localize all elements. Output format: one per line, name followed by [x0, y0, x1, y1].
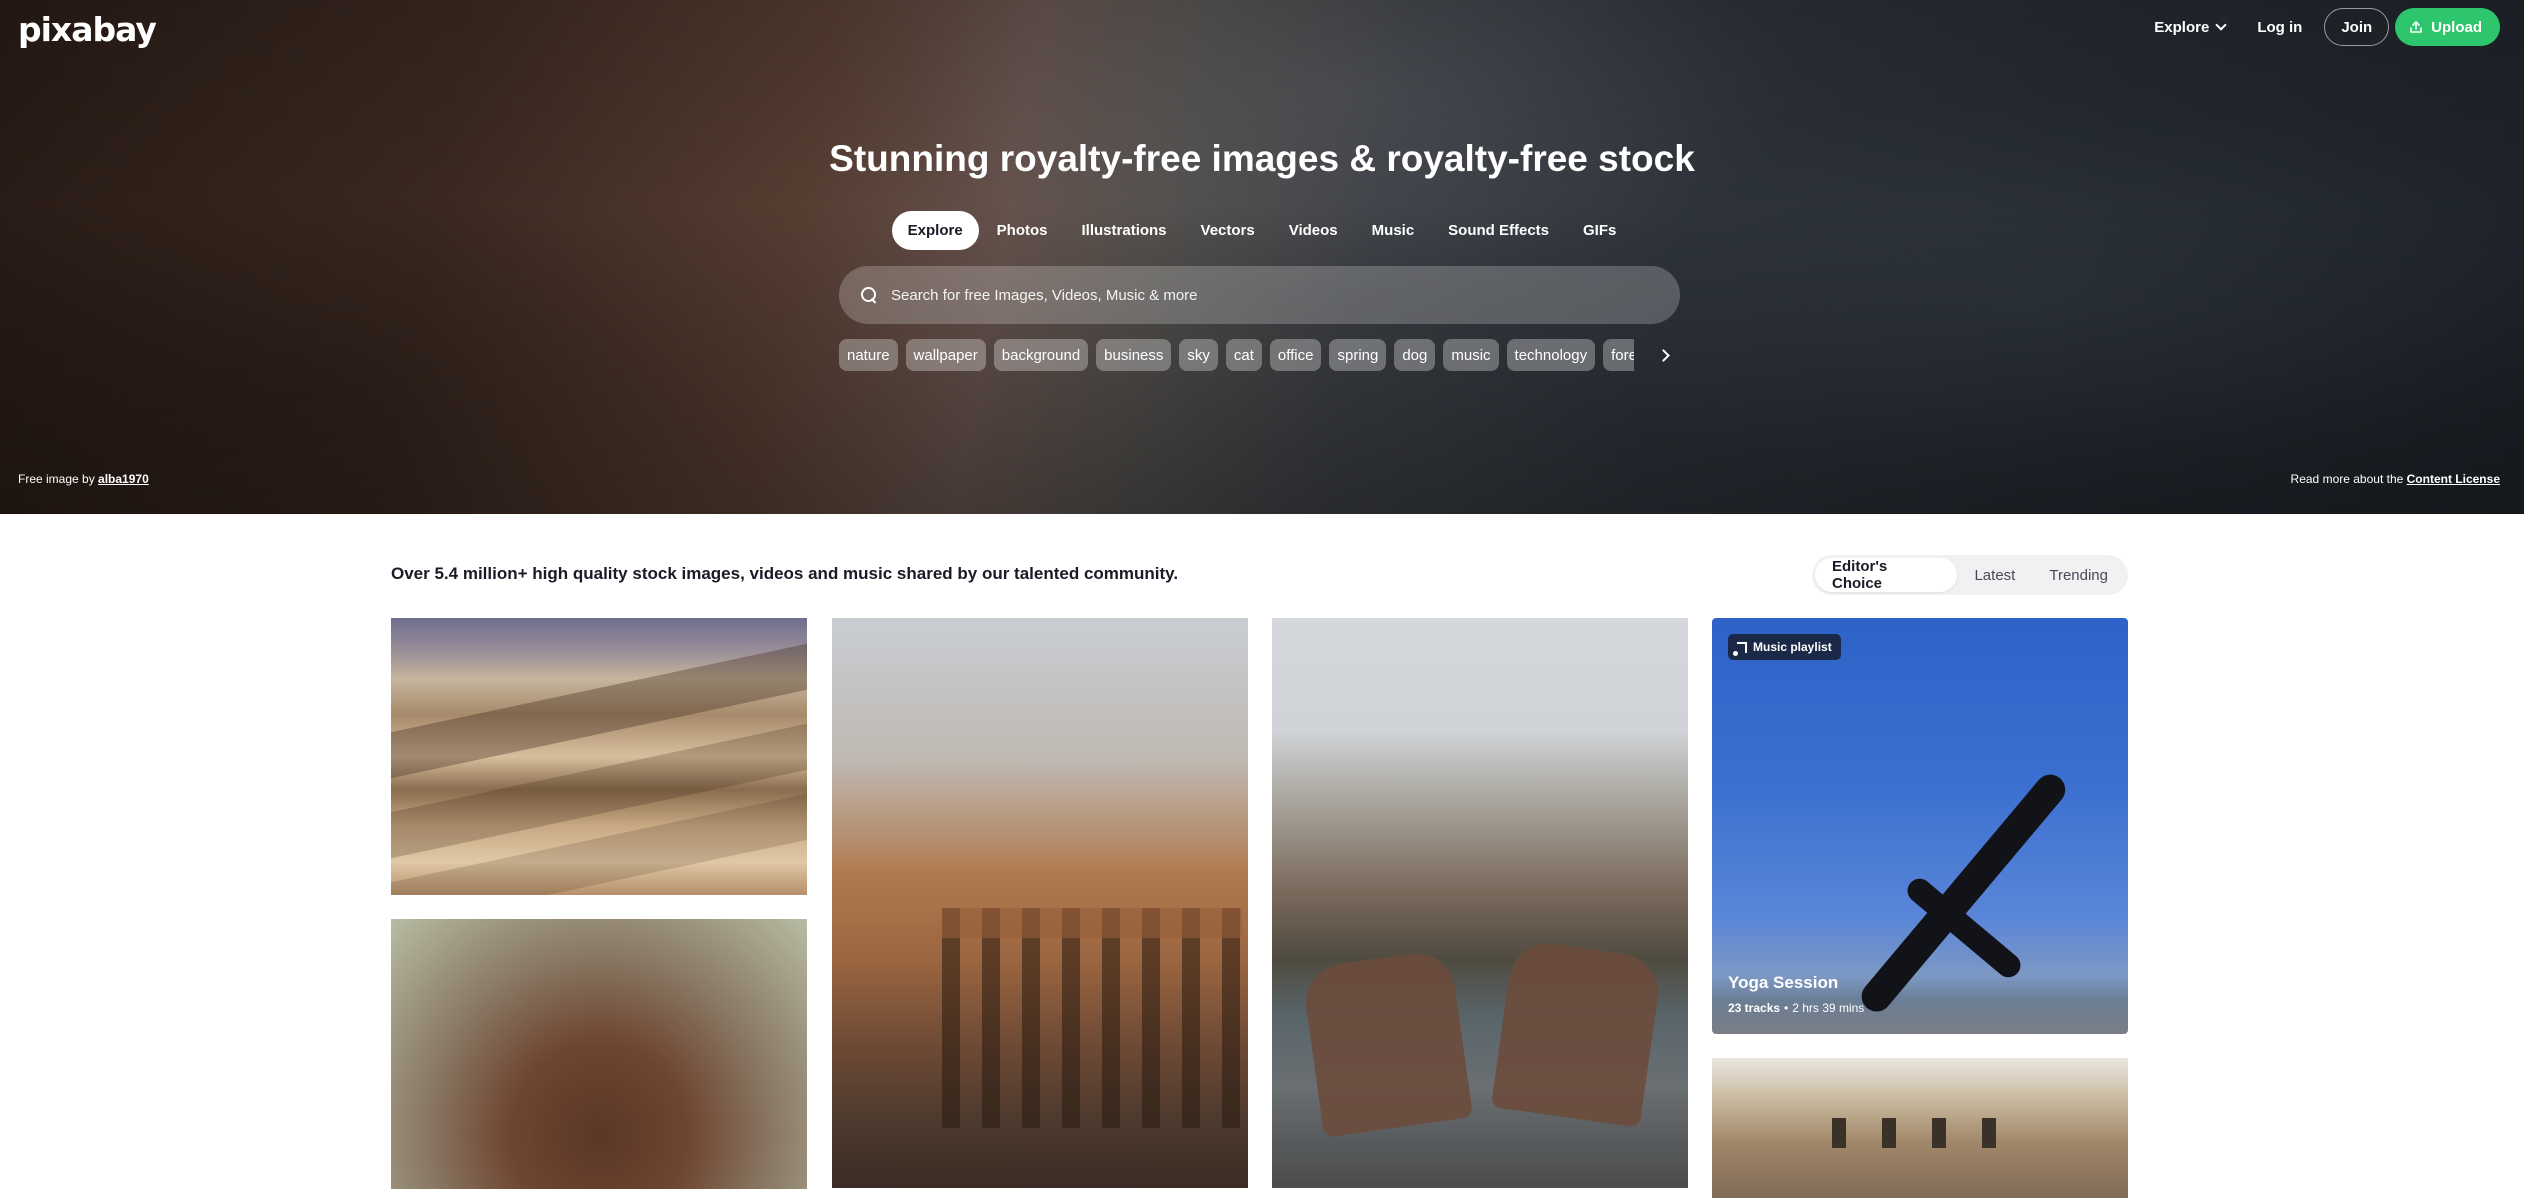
tag-chip[interactable]: nature — [839, 339, 898, 371]
tag-chip[interactable]: music — [1443, 339, 1499, 371]
intro-text: Over 5.4 million+ high quality stock ima… — [391, 564, 1179, 583]
photo-detail — [942, 908, 1242, 1128]
search-bar[interactable] — [839, 266, 1680, 324]
playlist-meta: 23 tracks • 2 hrs 39 mins — [1728, 1001, 1864, 1015]
tags-next-button[interactable] — [1649, 341, 1677, 369]
credit-prefix: Free image by — [18, 472, 95, 486]
license-prefix: Read more about the — [2290, 472, 2404, 486]
upload-label: Upload — [2431, 18, 2482, 36]
chevron-down-icon — [2215, 19, 2227, 31]
playlist-track-count: 23 tracks — [1728, 1001, 1781, 1015]
suggested-tags: nature wallpaper background business sky… — [839, 339, 1634, 372]
sort-trending[interactable]: Trending — [2032, 558, 2125, 592]
search-icon — [861, 287, 877, 303]
tag-chip[interactable]: cat — [1225, 339, 1262, 371]
tab-vectors[interactable]: Vectors — [1185, 211, 1271, 250]
photo-detail — [1982, 1118, 1996, 1148]
tag-chip[interactable]: spring — [1329, 339, 1387, 371]
photo-dog[interactable] — [391, 919, 807, 1189]
photo-detail — [1882, 1118, 1896, 1148]
tab-photos[interactable]: Photos — [981, 211, 1064, 250]
tab-gifs[interactable]: GIFs — [1567, 211, 1632, 250]
pixabay-logo[interactable]: pixabay — [18, 10, 157, 49]
tab-videos[interactable]: Videos — [1273, 211, 1354, 250]
photo-detail — [1832, 1118, 1846, 1148]
photo-desert-hills[interactable] — [391, 618, 807, 895]
tab-music[interactable]: Music — [1356, 211, 1431, 250]
tag-chip[interactable]: wallpaper — [905, 339, 986, 371]
photo-paris-buildings[interactable] — [1712, 1058, 2128, 1198]
explore-label: Explore — [2154, 18, 2210, 36]
login-link[interactable]: Log in — [2241, 8, 2318, 46]
tag-chip[interactable]: technology — [1506, 339, 1596, 371]
tag-chip[interactable]: business — [1096, 339, 1172, 371]
photo-detail — [1490, 938, 1664, 1128]
tag-chip[interactable]: sky — [1179, 339, 1218, 371]
license-note: Read more about the Content License — [2291, 472, 2500, 486]
hero-overlay — [0, 0, 2524, 514]
tag-chip[interactable]: dog — [1394, 339, 1436, 371]
playlist-duration: 2 hrs 39 mins — [1792, 1001, 1865, 1015]
top-nav: Explore Log in Join Upload — [2138, 8, 2500, 46]
tag-chip[interactable]: forest — [1603, 339, 1634, 371]
explore-menu[interactable]: Explore — [2138, 8, 2241, 46]
chevron-right-icon — [1656, 348, 1670, 362]
media-type-tabs: Explore Photos Illustrations Vectors Vid… — [0, 211, 2524, 250]
photo-basel-riverside[interactable] — [1272, 618, 1688, 1188]
sort-toggle: Editor's Choice Latest Trending — [1812, 555, 2128, 595]
hero-title: Stunning royalty-free images & royalty-f… — [829, 138, 1695, 179]
tab-sound-effects[interactable]: Sound Effects — [1432, 211, 1565, 250]
tag-chip[interactable]: background — [993, 339, 1089, 371]
content-license-link[interactable]: Content License — [2407, 472, 2500, 486]
music-playlist-card[interactable]: Music playlist Yoga Session 23 tracks • … — [1712, 618, 2128, 1034]
tag-chip[interactable]: office — [1269, 339, 1322, 371]
upload-icon — [2410, 21, 2422, 33]
photo-detail — [1932, 1118, 1946, 1148]
badge-label: Music playlist — [1753, 640, 1832, 654]
sort-editors-choice[interactable]: Editor's Choice — [1815, 558, 1958, 592]
search-input[interactable] — [891, 286, 1591, 304]
credit-author-link[interactable]: alba1970 — [98, 472, 149, 486]
meta-separator: • — [1784, 1001, 1789, 1015]
photo-detail — [1855, 768, 2072, 1018]
photo-detail — [1300, 948, 1474, 1138]
playlist-title: Yoga Session — [1728, 973, 1839, 992]
tab-explore[interactable]: Explore — [891, 211, 979, 250]
tab-illustrations[interactable]: Illustrations — [1066, 211, 1183, 250]
image-credit: Free image by alba1970 — [18, 472, 149, 486]
music-note-icon — [1733, 641, 1747, 656]
hero-banner: pixabay Explore Log in Join Upload Stunn… — [0, 0, 2524, 514]
sort-latest[interactable]: Latest — [1957, 558, 2032, 592]
music-playlist-badge: Music playlist — [1728, 634, 1841, 660]
upload-button[interactable]: Upload — [2395, 8, 2500, 46]
join-button[interactable]: Join — [2324, 8, 2390, 46]
photo-colosseum[interactable] — [832, 618, 1248, 1188]
